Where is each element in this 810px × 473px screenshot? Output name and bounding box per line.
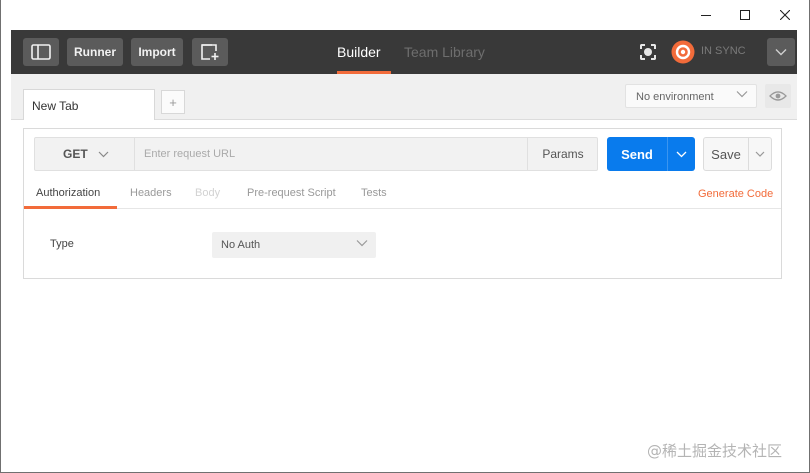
minimize-button[interactable] (686, 0, 726, 30)
method-label: GET (63, 147, 88, 161)
builder-content: GET Enter request URL Params Send Save A… (11, 120, 797, 472)
tab-pre-request-script[interactable]: Pre-request Script (247, 187, 336, 199)
params-button[interactable]: Params (527, 138, 598, 170)
sync-status: IN SYNC (701, 45, 746, 57)
tab-authorization[interactable]: Authorization (36, 187, 100, 199)
request-url-bar: GET Enter request URL Params (34, 137, 598, 171)
chevron-down-icon (676, 151, 687, 157)
minimize-icon (701, 15, 711, 16)
save-label: Save (711, 146, 741, 162)
send-button[interactable]: Send (607, 137, 695, 171)
account-menu-button[interactable] (767, 38, 795, 66)
interceptor-icon[interactable] (637, 41, 659, 63)
chevron-down-icon (356, 240, 368, 247)
sync-icon[interactable] (671, 40, 695, 64)
request-tabs-bar: New Tab + No environment (11, 74, 797, 120)
chevron-down-icon (755, 151, 765, 157)
close-icon (780, 10, 790, 20)
title-bar (1, 0, 809, 30)
auth-type-value: No Auth (221, 239, 261, 251)
url-input[interactable]: Enter request URL (144, 148, 235, 160)
app-header: Runner Import Builder Team Library IN SY… (11, 30, 797, 74)
request-tab[interactable]: New Tab (23, 89, 155, 120)
tab-headers[interactable]: Headers (130, 187, 172, 199)
runner-button[interactable]: Runner (67, 38, 123, 66)
auth-type-select[interactable]: No Auth (212, 232, 376, 258)
method-select[interactable]: GET (35, 138, 135, 170)
request-subtabs: Authorization Headers Body Pre-request S… (24, 179, 781, 209)
save-button[interactable]: Save (703, 137, 772, 171)
maximize-button[interactable] (725, 0, 765, 30)
maximize-icon (740, 10, 750, 20)
save-options-button[interactable] (749, 138, 771, 170)
eye-icon (769, 91, 787, 101)
chevron-down-icon (98, 151, 109, 157)
tab-tests[interactable]: Tests (361, 187, 387, 199)
nav-team-library[interactable]: Team Library (404, 30, 485, 74)
sidebar-toggle-button[interactable] (23, 38, 59, 66)
send-label: Send (621, 146, 653, 162)
new-tab-button[interactable]: + (161, 90, 185, 114)
new-window-button[interactable] (192, 38, 228, 66)
environment-label: No environment (636, 91, 714, 103)
environment-quick-look-button[interactable] (765, 84, 791, 108)
close-button[interactable] (765, 0, 805, 30)
new-window-icon (201, 44, 219, 60)
watermark: @稀土掘金技术社区 (647, 442, 783, 460)
nav-builder[interactable]: Builder (337, 30, 381, 74)
sidebar-icon (31, 44, 51, 60)
generate-code-link[interactable]: Generate Code (698, 188, 773, 200)
send-options-button[interactable] (668, 137, 695, 171)
environment-select[interactable]: No environment (625, 84, 757, 108)
chevron-down-icon (775, 49, 787, 56)
chevron-down-icon (736, 91, 748, 98)
active-subtab-indicator (24, 206, 117, 209)
import-button[interactable]: Import (131, 38, 183, 66)
tab-body[interactable]: Body (195, 187, 220, 199)
app-window: Runner Import Builder Team Library IN SY… (0, 0, 810, 473)
auth-type-label: Type (50, 238, 74, 250)
request-panel: GET Enter request URL Params Send Save A… (23, 128, 782, 279)
